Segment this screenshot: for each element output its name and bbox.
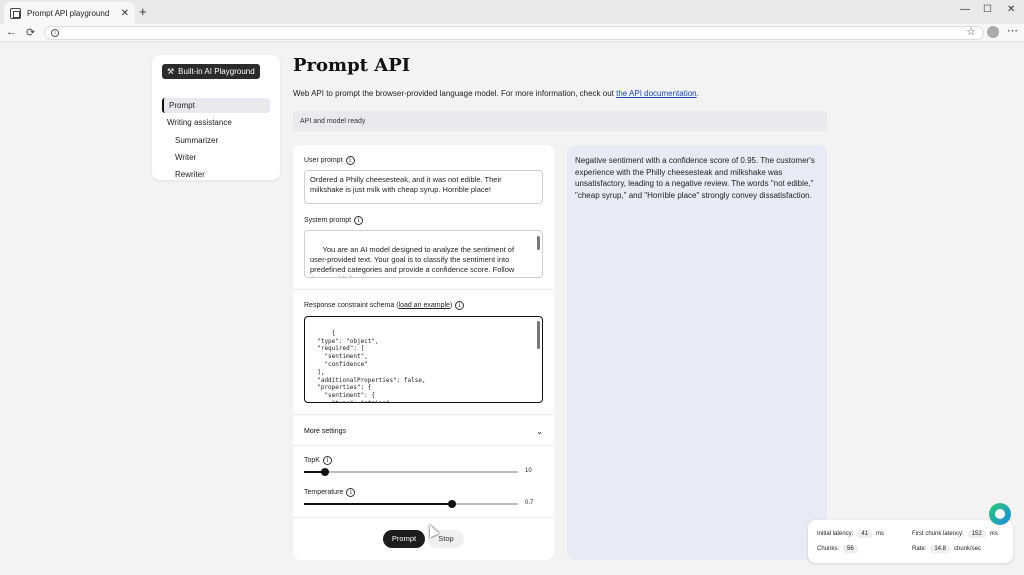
chunks-stat: Chunks: 56 [817,545,862,553]
info-icon[interactable]: i [345,156,355,165]
window-close-icon[interactable]: ✕ [1007,4,1015,15]
sidebar: ⚒ Built-in AI Playground Prompt Writing … [152,55,280,180]
description-end: . [696,89,699,98]
initial-latency-stat: Initial latency: 41 ms [817,530,884,538]
rate-stat: Rate: 14.8 chunk/sec [912,545,981,553]
scrollbar[interactable] [537,321,540,349]
load-example-link[interactable]: load an example [399,302,450,309]
slider-handle[interactable] [448,500,456,508]
divider [293,414,554,415]
minimize-icon[interactable]: — [960,4,970,15]
brand-badge[interactable]: ⚒ Built-in AI Playground [162,64,260,79]
slider-handle[interactable] [321,468,329,476]
temperature-slider[interactable] [304,500,518,508]
site-info-icon[interactable]: i [51,29,59,37]
temperature-value: 0.7 [525,500,534,506]
info-icon[interactable]: i [346,488,356,497]
divider [293,445,554,446]
tab-favicon-icon [10,7,21,19]
stat-label: First chunk latency: [912,531,964,537]
temperature-label: Temperature i [304,488,356,497]
sidebar-item-prompt[interactable]: Prompt [162,98,270,113]
topk-label: TopK i [304,456,332,465]
topk-slider[interactable] [304,468,518,476]
info-icon[interactable]: i [322,456,332,465]
first-chunk-latency-stat: First chunk latency: 152 ms [912,530,998,538]
scrollbar[interactable] [537,236,540,250]
back-icon[interactable]: ← [6,26,17,38]
topk-label-text: TopK [304,457,320,464]
divider [293,289,554,290]
schema-text: { "type": "object", "required": [ "senti… [317,329,426,402]
system-prompt-text: You are an AI model designed to analyze … [310,245,515,277]
sidebar-item-summarizer[interactable]: Summarizer [175,136,218,145]
prompt-button[interactable]: Prompt [383,530,425,548]
url-input[interactable]: i [44,26,984,40]
tab-title: Prompt API playground [27,8,110,18]
stat-value: 14.8 [930,545,951,553]
sidebar-item-writer[interactable]: Writer [175,153,196,162]
info-icon[interactable]: i [455,301,465,310]
reload-icon[interactable]: ⟳ [26,26,35,39]
new-tab-icon[interactable]: + [139,4,147,19]
stat-label: Chunks: [817,546,840,552]
maximize-icon[interactable]: ☐ [983,4,992,15]
stat-unit: chunk/sec [954,546,982,552]
schema-label: Response constraint schema (load an exam… [304,301,465,310]
chevron-down-icon: ⌄ [536,427,543,436]
prompt-form-panel: User prompt i Ordered a Philly cheeseste… [293,145,554,560]
page-title: Prompt API [293,55,411,76]
address-bar: ← ⟳ i ☆ ⋯ [0,24,1024,42]
user-prompt-label: User prompt i [304,156,355,165]
tab-bar: Prompt API playground ✕ + — ☐ ✕ [0,0,1024,24]
more-settings-label: More settings [304,428,347,435]
browser-tab[interactable]: Prompt API playground ✕ [4,2,135,24]
status-banner: API and model ready [293,111,827,131]
response-output: Negative sentiment with a confidence sco… [567,145,827,560]
stat-label: Initial latency: [817,531,854,537]
utensils-icon: ⚒ [167,67,175,76]
divider [293,517,554,518]
user-prompt-label-text: User prompt [304,157,343,164]
stat-value: 56 [843,545,858,553]
edge-copilot-icon[interactable] [989,503,1011,525]
page-content: ⚒ Built-in AI Playground Prompt Writing … [0,42,1024,575]
stats-panel: Initial latency: 41 ms First chunk laten… [808,520,1013,563]
system-prompt-label: System prompt i [304,216,364,225]
info-icon[interactable]: i [354,216,364,225]
slider-fill [304,503,452,505]
sidebar-item-rewriter[interactable]: Rewriter [175,170,205,179]
api-documentation-link[interactable]: the API documentation [616,89,697,98]
stat-value: 41 [857,530,873,538]
brand-label: Built-in AI Playground [178,67,255,76]
schema-label-end: ) [449,302,453,309]
stat-unit: ms [989,531,998,537]
system-prompt-label-text: System prompt [304,217,352,224]
tab-close-icon[interactable]: ✕ [121,8,129,19]
more-menu-icon[interactable]: ⋯ [1007,24,1018,37]
schema-editor[interactable]: { "type": "object", "required": [ "senti… [304,316,543,403]
page-description: Web API to prompt the browser-provided l… [293,89,699,98]
sidebar-item-writing-assistance[interactable]: Writing assistance [167,118,232,127]
more-settings-toggle[interactable]: More settings ⌄ [304,427,543,436]
temperature-label-text: Temperature [304,489,344,496]
stat-value: 152 [967,530,986,538]
schema-label-text: Response constraint schema ( [304,302,399,309]
description-text: Web API to prompt the browser-provided l… [293,89,617,98]
system-prompt-input[interactable]: You are an AI model designed to analyze … [304,230,543,278]
user-prompt-input[interactable]: Ordered a Philly cheesesteak, and it was… [304,170,543,204]
stat-unit: ms [876,531,885,537]
favorite-star-icon[interactable]: ☆ [966,25,976,38]
topk-value: 10 [525,468,532,474]
profile-avatar[interactable] [987,26,999,38]
stat-label: Rate: [912,546,927,552]
